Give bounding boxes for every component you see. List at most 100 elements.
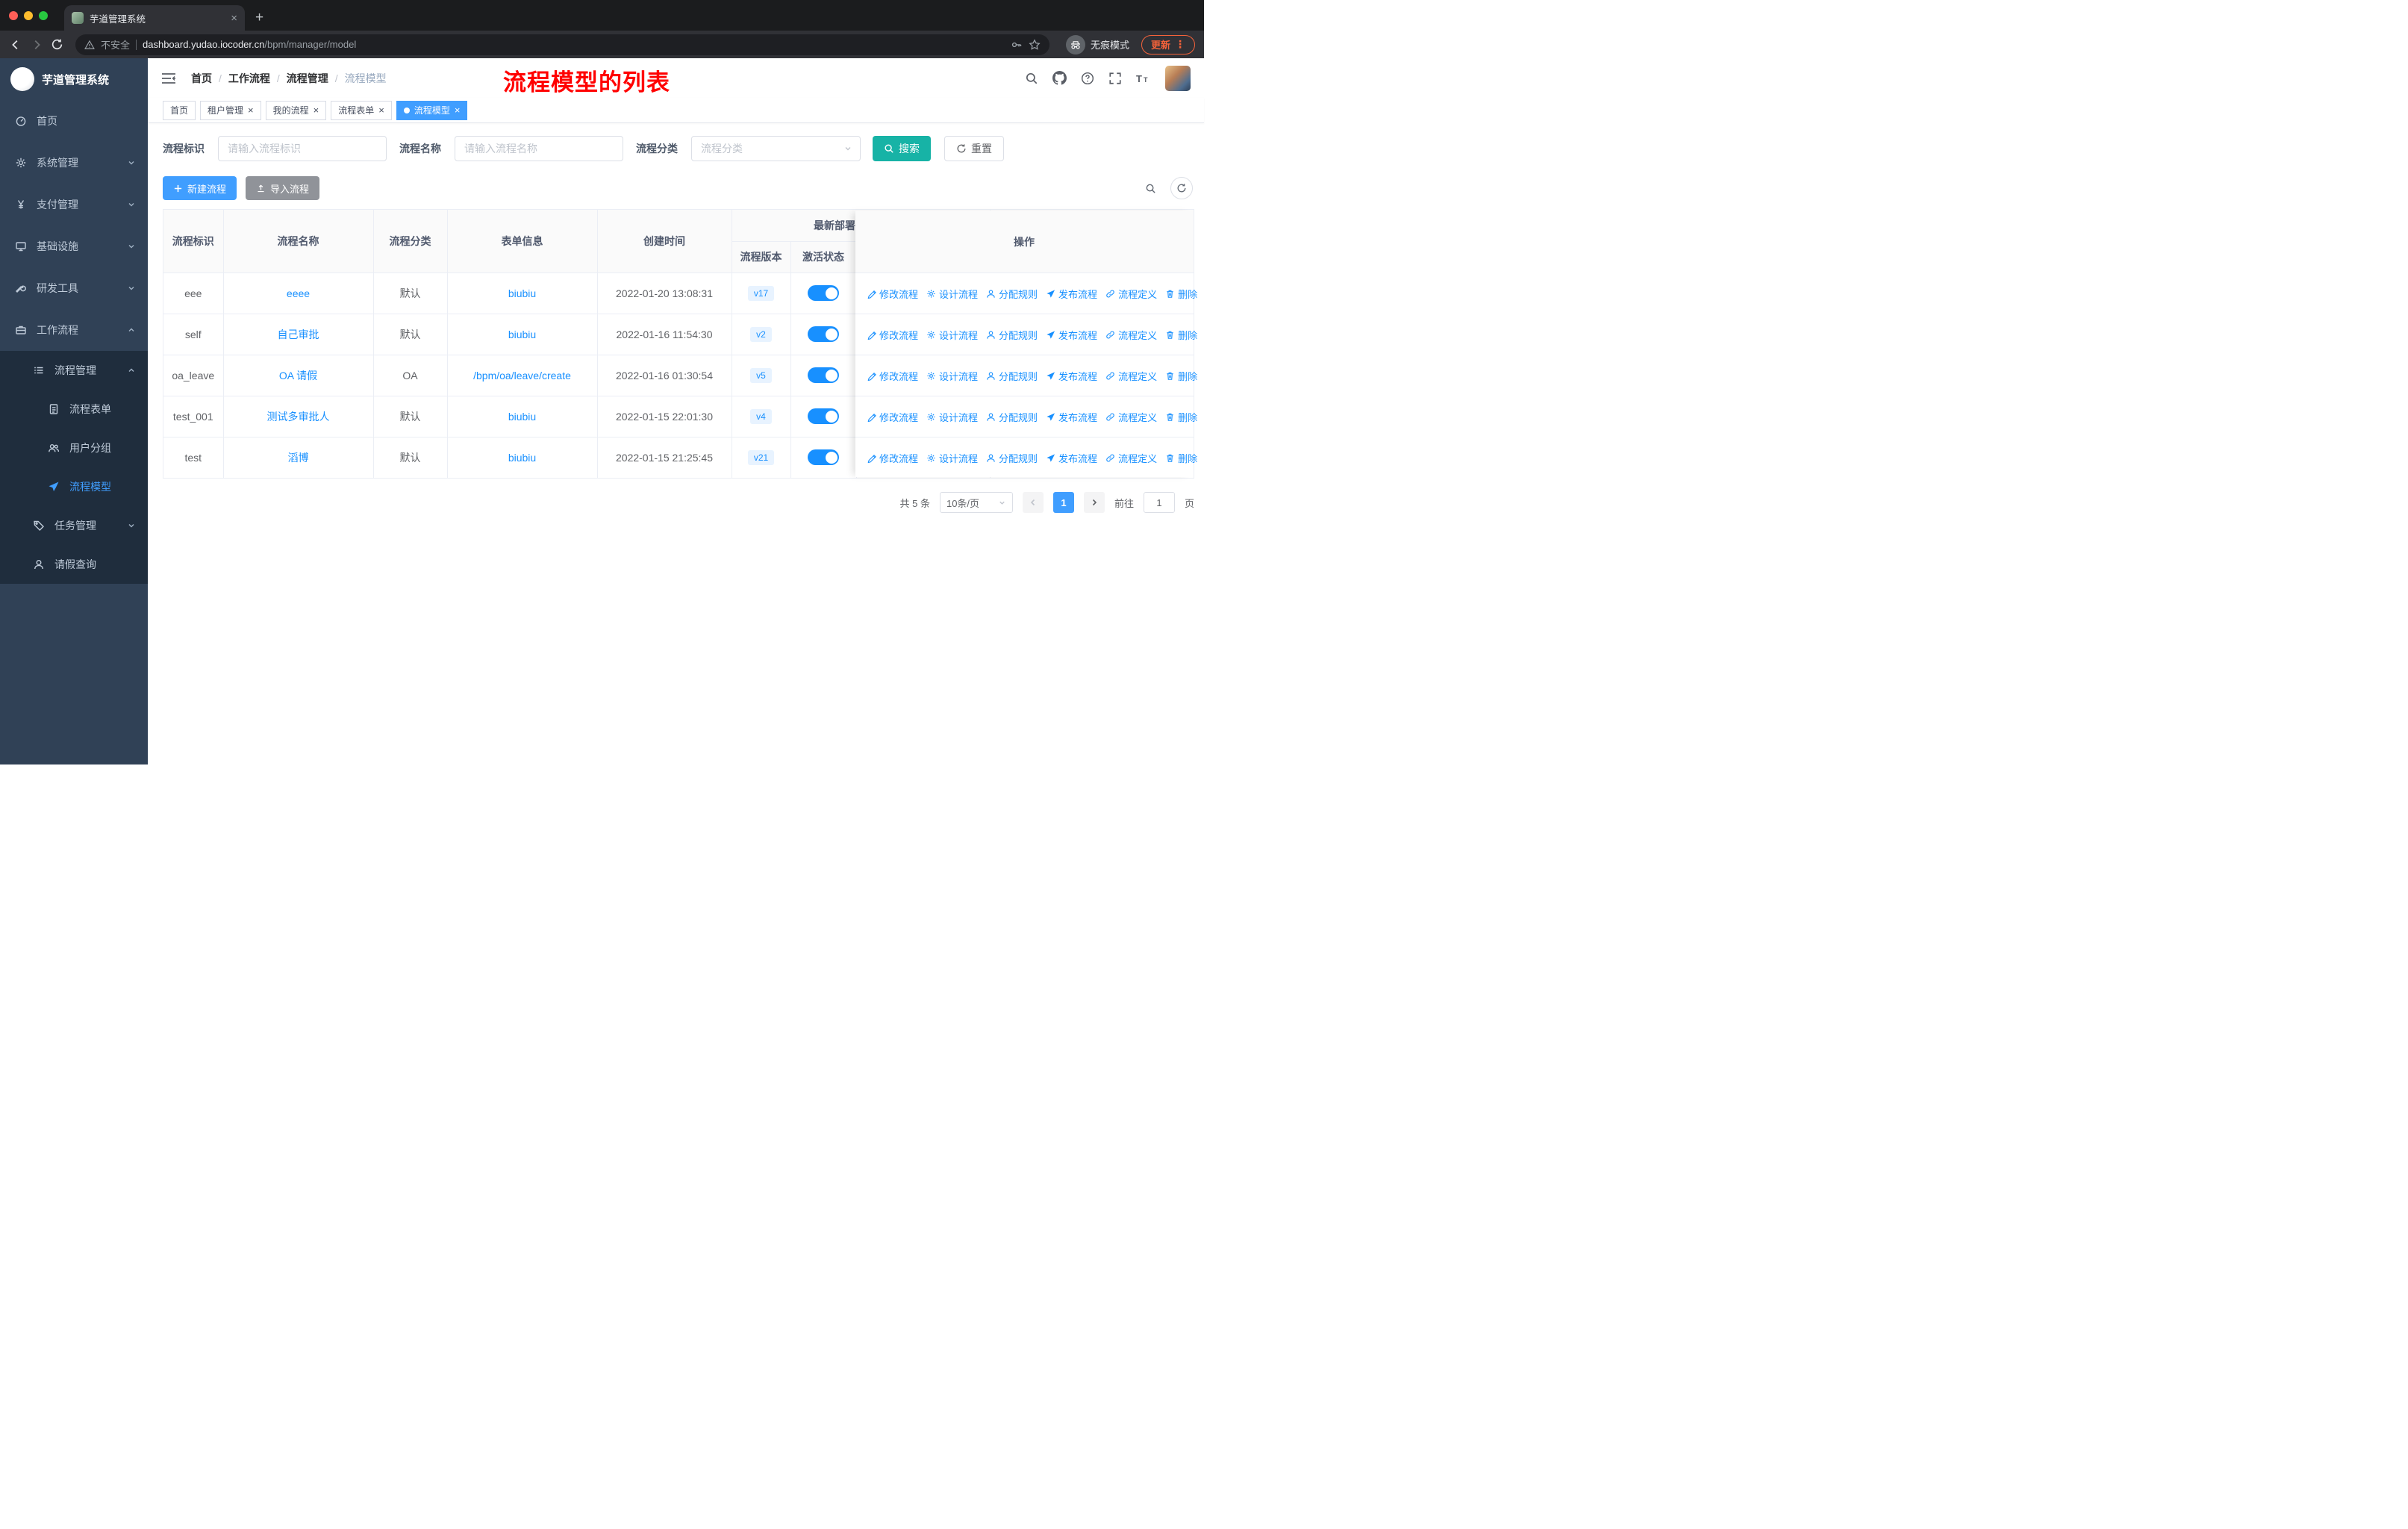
action-assign-rules[interactable]: 分配规则: [986, 369, 1038, 383]
breadcrumb-process-management[interactable]: 流程管理: [287, 71, 328, 86]
sidebar-item-workflow[interactable]: 工作流程: [0, 309, 148, 351]
action-delete[interactable]: 删除: [1165, 410, 1197, 424]
breadcrumb-home[interactable]: 首页: [191, 71, 212, 86]
import-process-button[interactable]: 导入流程: [246, 176, 320, 200]
process-category-select[interactable]: 流程分类: [691, 136, 861, 161]
create-process-button[interactable]: 新建流程: [163, 176, 237, 200]
action-delete[interactable]: 删除: [1165, 451, 1197, 465]
forward-icon[interactable]: [30, 38, 43, 52]
action-edit-process[interactable]: 修改流程: [867, 328, 918, 342]
action-assign-rules[interactable]: 分配规则: [986, 287, 1038, 301]
tag-tenant-management[interactable]: 租户管理: [200, 100, 261, 120]
action-edit-process[interactable]: 修改流程: [867, 287, 918, 301]
process-key-input[interactable]: [218, 136, 387, 161]
sidebar-item-process-form[interactable]: 流程表单: [0, 390, 148, 429]
bookmark-star-icon[interactable]: [1029, 38, 1041, 51]
maximize-window-button[interactable]: [39, 10, 48, 20]
cell-form-link[interactable]: /bpm/oa/leave/create: [447, 355, 598, 396]
incognito-chip[interactable]: 无痕模式: [1065, 34, 1129, 55]
action-edit-process[interactable]: 修改流程: [867, 410, 918, 424]
action-delete[interactable]: 删除: [1165, 287, 1197, 301]
tag-process-form[interactable]: 流程表单: [331, 100, 392, 120]
action-publish-process[interactable]: 发布流程: [1046, 287, 1097, 301]
active-toggle[interactable]: [808, 326, 839, 342]
action-assign-rules[interactable]: 分配规则: [986, 451, 1038, 465]
cell-process-name-link[interactable]: 滔博: [223, 437, 374, 478]
action-delete[interactable]: 删除: [1165, 328, 1197, 342]
close-window-button[interactable]: [9, 10, 18, 20]
address-bar[interactable]: 不安全 dashboard.yudao.iocoder.cn/bpm/manag…: [75, 34, 1049, 55]
sidebar-item-infrastructure[interactable]: 基础设施: [0, 225, 148, 267]
process-name-input[interactable]: [455, 136, 623, 161]
cell-process-name-link[interactable]: 自己审批: [223, 314, 374, 355]
tag-home[interactable]: 首页: [163, 100, 196, 120]
cell-form-link[interactable]: biubiu: [447, 273, 598, 314]
back-icon[interactable]: [9, 38, 22, 52]
page-size-select[interactable]: 10条/页: [939, 492, 1013, 513]
next-page-button[interactable]: [1083, 492, 1105, 513]
password-key-icon[interactable]: [1011, 39, 1023, 51]
toggle-search-button[interactable]: [1139, 177, 1161, 199]
action-edit-process[interactable]: 修改流程: [867, 451, 918, 465]
action-assign-rules[interactable]: 分配规则: [986, 328, 1038, 342]
tag-my-process[interactable]: 我的流程: [265, 100, 327, 120]
user-avatar[interactable]: [1165, 65, 1191, 91]
breadcrumb-workflow[interactable]: 工作流程: [228, 71, 270, 86]
sidebar-item-system[interactable]: 系统管理: [0, 142, 148, 184]
cell-process-name-link[interactable]: OA 请假: [223, 355, 374, 396]
sidebar-item-leave-query[interactable]: 请假查询: [0, 545, 148, 584]
github-icon[interactable]: [1052, 71, 1067, 85]
active-toggle[interactable]: [808, 449, 839, 466]
reset-button[interactable]: 重置: [944, 136, 1004, 161]
cell-process-name-link[interactable]: 测试多审批人: [223, 396, 374, 437]
goto-page-input[interactable]: [1143, 492, 1175, 513]
search-button[interactable]: 搜索: [873, 136, 931, 161]
cell-form-link[interactable]: biubiu: [447, 396, 598, 437]
current-page-button[interactable]: 1: [1052, 492, 1074, 513]
fullscreen-icon[interactable]: [1108, 72, 1122, 85]
sidebar-item-devtools[interactable]: 研发工具: [0, 267, 148, 309]
action-publish-process[interactable]: 发布流程: [1046, 328, 1097, 342]
close-icon[interactable]: [455, 105, 461, 115]
refresh-table-button[interactable]: [1170, 177, 1193, 199]
action-design-process[interactable]: 设计流程: [926, 328, 978, 342]
action-edit-process[interactable]: 修改流程: [867, 369, 918, 383]
sidebar-collapse-icon[interactable]: [161, 72, 176, 84]
sidebar-item-task-management[interactable]: 任务管理: [0, 506, 148, 545]
cell-form-link[interactable]: biubiu: [447, 314, 598, 355]
prev-page-button[interactable]: [1022, 492, 1044, 513]
active-toggle[interactable]: [808, 367, 839, 383]
action-delete[interactable]: 删除: [1165, 369, 1197, 383]
action-design-process[interactable]: 设计流程: [926, 451, 978, 465]
browser-tab[interactable]: 芋道管理系统: [64, 5, 245, 31]
sidebar-item-process-management[interactable]: 流程管理: [0, 351, 148, 390]
close-icon[interactable]: [378, 105, 384, 115]
minimize-window-button[interactable]: [24, 10, 33, 20]
cell-form-link[interactable]: biubiu: [447, 437, 598, 478]
action-process-definition[interactable]: 流程定义: [1105, 369, 1157, 383]
action-process-definition[interactable]: 流程定义: [1105, 328, 1157, 342]
browser-menu-icon[interactable]: [1175, 38, 1185, 51]
close-icon[interactable]: [248, 105, 254, 115]
sidebar-item-payment[interactable]: 支付管理: [0, 184, 148, 225]
font-size-icon[interactable]: TT: [1136, 72, 1151, 84]
action-publish-process[interactable]: 发布流程: [1046, 451, 1097, 465]
browser-update-button[interactable]: 更新: [1141, 34, 1195, 55]
active-toggle[interactable]: [808, 285, 839, 301]
active-toggle[interactable]: [808, 408, 839, 424]
action-process-definition[interactable]: 流程定义: [1105, 287, 1157, 301]
tag-process-model[interactable]: 流程模型: [396, 100, 468, 120]
action-design-process[interactable]: 设计流程: [926, 369, 978, 383]
sidebar-item-process-model[interactable]: 流程模型: [0, 467, 148, 506]
tab-close-icon[interactable]: [231, 12, 237, 25]
action-assign-rules[interactable]: 分配规则: [986, 410, 1038, 424]
action-process-definition[interactable]: 流程定义: [1105, 451, 1157, 465]
close-icon[interactable]: [314, 105, 319, 115]
search-icon[interactable]: [1025, 72, 1038, 85]
action-publish-process[interactable]: 发布流程: [1046, 410, 1097, 424]
action-design-process[interactable]: 设计流程: [926, 287, 978, 301]
sidebar-item-home[interactable]: 首页: [0, 100, 148, 142]
cell-process-name-link[interactable]: eeee: [223, 273, 374, 314]
reload-icon[interactable]: [51, 38, 63, 51]
action-process-definition[interactable]: 流程定义: [1105, 410, 1157, 424]
